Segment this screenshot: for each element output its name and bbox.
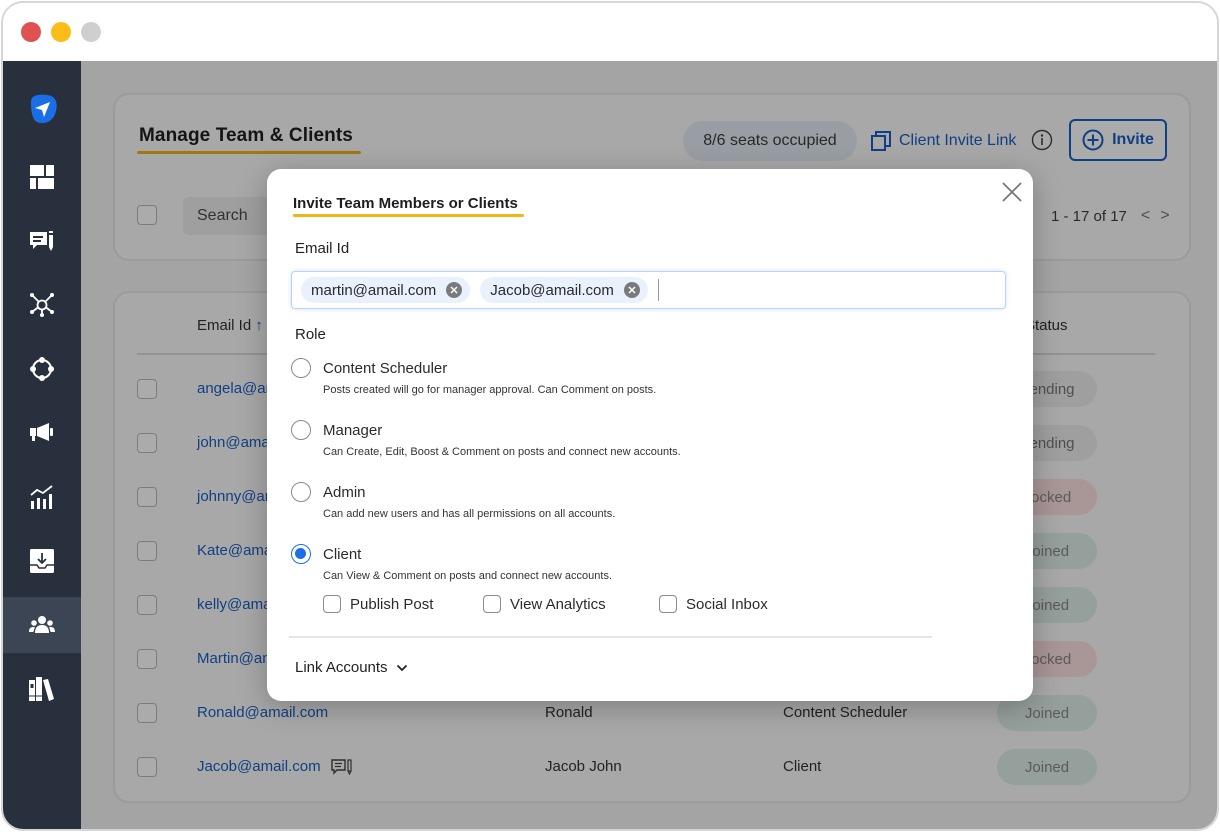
role-description: Posts created will go for manager approv…: [323, 384, 657, 396]
comments-icon: [30, 231, 53, 251]
role-option-admin[interactable]: Admin: [291, 482, 366, 502]
modal-title: Invite Team Members or Clients: [293, 195, 518, 212]
library-icon: [29, 677, 54, 701]
role-description: Can Create, Edit, Boost & Comment on pos…: [323, 446, 681, 458]
publish-post-checkbox[interactable]: [323, 595, 341, 613]
remove-chip-icon[interactable]: [623, 282, 640, 298]
role-label-admin: Admin: [323, 483, 366, 501]
maximize-window-button[interactable]: [81, 22, 101, 42]
close-window-button[interactable]: [21, 22, 41, 42]
role-description: Can add new users and has all permission…: [323, 508, 616, 520]
chevron-down-icon: [396, 664, 407, 671]
sidebar: [3, 61, 81, 829]
radio-client[interactable]: [291, 544, 311, 564]
analytics-icon: [30, 485, 53, 509]
sidebar-item-comments[interactable]: [3, 213, 81, 269]
sidebar-item-connections[interactable]: [3, 341, 81, 397]
team-icon: [29, 616, 55, 633]
radio-content-scheduler[interactable]: [291, 358, 311, 378]
radio-admin[interactable]: [291, 482, 311, 502]
modal-title-underline: [293, 214, 524, 217]
sidebar-item-team[interactable]: [3, 597, 81, 653]
view-analytics-checkbox[interactable]: [483, 595, 501, 613]
permission-publish-post[interactable]: Publish Post: [323, 595, 433, 613]
sidebar-item-dashboard[interactable]: [3, 149, 81, 205]
email-chips-input[interactable]: martin@amail.com Jacob@amail.com: [291, 271, 1006, 309]
app-window: Manage Team & Clients 8/6 seats occupied…: [1, 1, 1219, 831]
megaphone-icon: [30, 423, 53, 441]
paper-plane-logo-icon: [31, 94, 57, 124]
email-chip-label: martin@amail.com: [311, 281, 437, 299]
remove-chip-icon[interactable]: [446, 282, 463, 298]
connections-icon: [30, 357, 54, 381]
modal-divider: [289, 636, 932, 638]
permission-label: View Analytics: [510, 595, 606, 613]
role-label-client: Client: [323, 545, 362, 563]
email-chip: martin@amail.com: [301, 277, 471, 303]
permission-view-analytics[interactable]: View Analytics: [483, 595, 606, 613]
title-bar: [3, 3, 1217, 61]
sidebar-item-library[interactable]: [3, 661, 81, 717]
close-icon[interactable]: [1001, 181, 1023, 203]
role-option-client[interactable]: Client: [291, 544, 361, 564]
email-chip: Jacob@amail.com: [480, 277, 648, 303]
role-label-content-scheduler: Content Scheduler: [323, 359, 448, 377]
sidebar-item-network[interactable]: [3, 277, 81, 333]
radio-manager[interactable]: [291, 420, 311, 440]
minimize-window-button[interactable]: [51, 22, 71, 42]
link-accounts-toggle[interactable]: Link Accounts: [295, 659, 408, 676]
email-chip-label: Jacob@amail.com: [490, 281, 614, 299]
permission-social-inbox[interactable]: Social Inbox: [659, 595, 768, 613]
sidebar-item-campaigns[interactable]: [3, 405, 81, 461]
role-label-manager: Manager: [323, 421, 383, 439]
sidebar-item-downloads[interactable]: [3, 533, 81, 589]
permission-label: Social Inbox: [686, 595, 768, 613]
role-option-content-scheduler[interactable]: Content Scheduler: [291, 358, 447, 378]
text-caret: [657, 279, 660, 301]
sidebar-item-home[interactable]: [3, 81, 81, 137]
permission-label: Publish Post: [350, 595, 434, 613]
sidebar-item-analytics[interactable]: [3, 469, 81, 525]
role-label: Role: [295, 326, 326, 343]
network-icon: [30, 293, 54, 317]
inbox-download-icon: [30, 549, 54, 573]
email-label: Email Id: [295, 240, 350, 257]
social-inbox-checkbox[interactable]: [659, 595, 677, 613]
dashboard-icon: [30, 165, 54, 189]
link-accounts-label: Link Accounts: [295, 659, 388, 676]
role-option-manager[interactable]: Manager: [291, 420, 382, 440]
invite-modal: Invite Team Members or Clients Email Id …: [267, 169, 1033, 701]
role-description: Can View & Comment on posts and connect …: [323, 570, 613, 582]
